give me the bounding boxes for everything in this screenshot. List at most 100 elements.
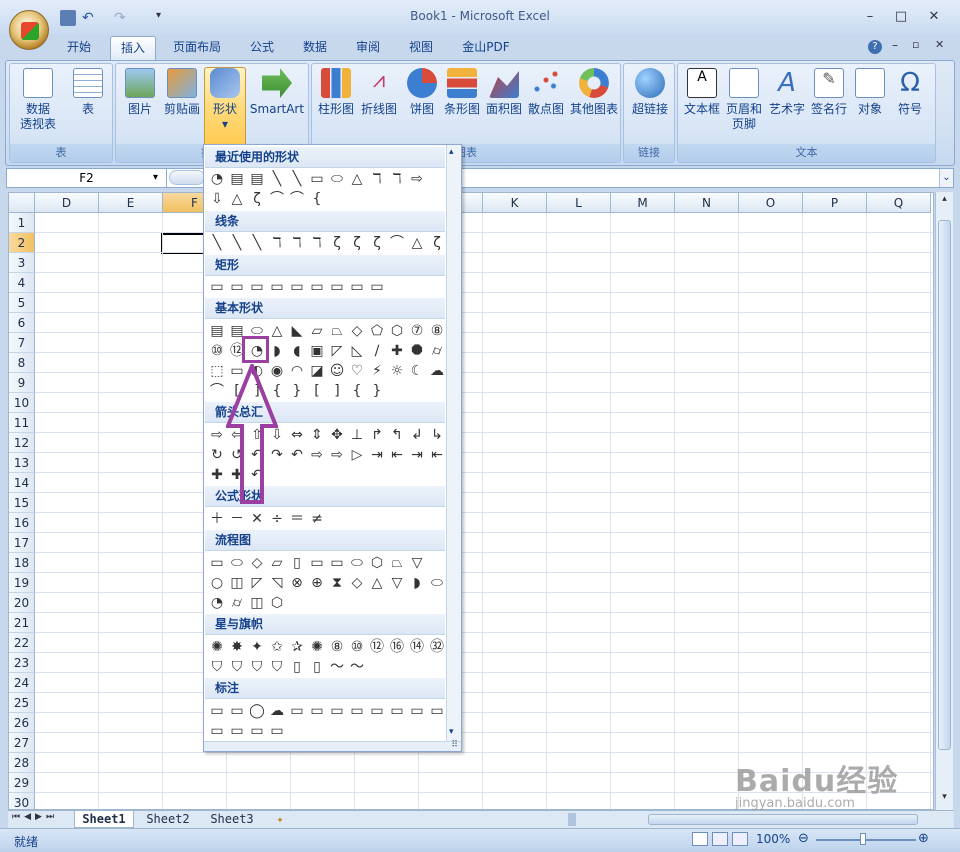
row-header[interactable]: 15 xyxy=(9,493,35,513)
shape-icon[interactable]: { xyxy=(307,189,327,209)
row-header[interactable]: 14 xyxy=(9,473,35,493)
textbox-button[interactable]: A 文本框 xyxy=(680,68,724,117)
shape-icon[interactable]: ☺ xyxy=(327,361,347,381)
row-header[interactable]: 18 xyxy=(9,553,35,573)
shape-icon[interactable]: } xyxy=(287,381,307,401)
shape-icon[interactable]: ◗ xyxy=(267,341,287,361)
maximize-button[interactable]: □ xyxy=(887,8,915,26)
office-button[interactable] xyxy=(9,10,49,50)
help-icon[interactable]: ? xyxy=(868,40,882,54)
row-header[interactable]: 20 xyxy=(9,593,35,613)
shape-icon[interactable]: ⬡ xyxy=(367,553,387,573)
name-box[interactable]: F2 ▾ xyxy=(7,169,167,187)
shape-icon[interactable]: ▭ xyxy=(227,277,247,297)
gallery-scrollbar[interactable]: ▴ ▾ xyxy=(446,145,461,741)
tab-view[interactable]: 视图 xyxy=(399,36,443,60)
shape-icon[interactable]: ◫ xyxy=(247,593,267,613)
header-footer-button[interactable]: 页眉和 页脚 xyxy=(724,68,764,132)
save-icon[interactable] xyxy=(60,10,76,26)
shape-icon[interactable]: ✸ xyxy=(227,637,247,657)
tab-review[interactable]: 审阅 xyxy=(346,36,390,60)
shape-icon[interactable]: { xyxy=(347,381,367,401)
row-header[interactable]: 1 xyxy=(9,213,35,233)
sheet-tab-3[interactable]: Sheet3 xyxy=(202,811,262,828)
shape-icon[interactable]: ╲ xyxy=(247,233,267,253)
row-header[interactable]: 25 xyxy=(9,693,35,713)
redo-icon[interactable]: ↷ xyxy=(114,10,130,26)
smartart-button[interactable]: SmartArt xyxy=(248,68,306,117)
shape-icon[interactable]: ▭ xyxy=(207,721,227,741)
shape-icon[interactable]: ▭ xyxy=(307,277,327,297)
tab-formulas[interactable]: 公式 xyxy=(240,36,284,60)
gallery-scroll-up-icon[interactable]: ▴ xyxy=(449,147,454,157)
shape-icon[interactable]: ⬭ xyxy=(347,553,367,573)
shape-icon[interactable]: ◸ xyxy=(327,341,347,361)
shape-icon[interactable]: ↳ xyxy=(427,425,447,445)
shape-icon[interactable]: ⏢ xyxy=(387,553,407,573)
shape-icon[interactable]: ⌒ xyxy=(387,233,407,253)
line-chart-button[interactable]: ⩘ 折线图 xyxy=(358,68,400,117)
tab-split-handle[interactable] xyxy=(568,813,576,826)
zoom-slider[interactable] xyxy=(816,839,916,841)
row-header[interactable]: 7 xyxy=(9,333,35,353)
shape-icon[interactable]: ⬭ xyxy=(227,553,247,573)
normal-view-icon[interactable] xyxy=(692,832,708,846)
shape-icon[interactable]: ▭ xyxy=(327,701,347,721)
doc-close-icon[interactable]: ✕ xyxy=(935,38,944,51)
shape-icon[interactable]: ⌭ xyxy=(227,593,247,613)
shape-icon[interactable]: ＋ xyxy=(207,509,227,529)
shape-icon[interactable]: ↶ xyxy=(287,445,307,465)
shape-icon[interactable]: ▭ xyxy=(407,701,427,721)
shape-icon[interactable]: ⇨ xyxy=(407,169,427,189)
shape-icon[interactable]: ⬡ xyxy=(387,321,407,341)
shape-icon[interactable]: ζ xyxy=(427,233,447,253)
shape-icon[interactable]: ∕ xyxy=(367,341,387,361)
shape-icon[interactable]: ⇔ xyxy=(287,425,307,445)
hyperlink-button[interactable]: 超链接 xyxy=(628,68,672,117)
shape-icon[interactable]: ⌒ xyxy=(267,189,287,209)
shape-icon[interactable]: ⇕ xyxy=(307,425,327,445)
shape-icon[interactable]: ◪ xyxy=(307,361,327,381)
shape-icon[interactable]: ⇩ xyxy=(207,189,227,209)
shape-icon[interactable]: ▭ xyxy=(287,701,307,721)
shape-icon[interactable]: } xyxy=(367,381,387,401)
shape-icon[interactable]: △ xyxy=(267,321,287,341)
shape-icon[interactable]: ╲ xyxy=(227,233,247,253)
shape-icon[interactable]: ▱ xyxy=(307,321,327,341)
doc-restore-icon[interactable]: ▫ xyxy=(912,38,919,51)
shape-icon[interactable]: － xyxy=(227,509,247,529)
row-header[interactable]: 16 xyxy=(9,513,35,533)
shape-icon[interactable]: ⛉ xyxy=(227,657,247,677)
shape-icon[interactable]: ✦ xyxy=(247,637,267,657)
shape-icon[interactable]: ⑩ xyxy=(347,637,367,657)
zoom-out-icon[interactable]: ⊖ xyxy=(798,831,809,846)
vertical-scrollbar[interactable]: ▴ ▾ xyxy=(935,192,953,810)
shape-icon[interactable]: ↱ xyxy=(367,425,387,445)
shape-icon[interactable]: ⇤ xyxy=(387,445,407,465)
column-header[interactable]: K xyxy=(483,193,547,213)
shape-icon[interactable]: ⬚ xyxy=(207,361,227,381)
shape-icon[interactable]: ⑧ xyxy=(427,321,447,341)
row-header[interactable]: 19 xyxy=(9,573,35,593)
shape-icon[interactable]: ⛉ xyxy=(247,657,267,677)
shape-icon[interactable]: ▭ xyxy=(247,721,267,741)
shape-icon[interactable]: ⊕ xyxy=(307,573,327,593)
shape-icon[interactable]: ♡ xyxy=(347,361,367,381)
shape-icon[interactable]: ℸ xyxy=(287,233,307,253)
shape-icon[interactable]: ✰ xyxy=(287,637,307,657)
shape-icon[interactable]: ⬭ xyxy=(327,169,347,189)
shape-icon[interactable]: ▭ xyxy=(207,553,227,573)
shape-icon[interactable]: ▽ xyxy=(407,553,427,573)
sheet-nav-icons[interactable]: ⏮◀▶⏭ xyxy=(12,812,58,822)
row-header[interactable]: 21 xyxy=(9,613,35,633)
shape-icon[interactable]: 〜 xyxy=(327,657,347,677)
shape-icon[interactable]: △ xyxy=(227,189,247,209)
shape-icon[interactable]: ＝ xyxy=(287,509,307,529)
shape-icon[interactable]: ℸ xyxy=(307,233,327,253)
shape-icon[interactable]: ] xyxy=(327,381,347,401)
shape-icon[interactable]: ⌒ xyxy=(287,189,307,209)
shape-icon[interactable]: ▭ xyxy=(267,277,287,297)
row-header[interactable]: 28 xyxy=(9,753,35,773)
tab-pdf[interactable]: 金山PDF xyxy=(455,36,517,60)
scatter-chart-button[interactable]: 散点图 xyxy=(526,68,566,117)
